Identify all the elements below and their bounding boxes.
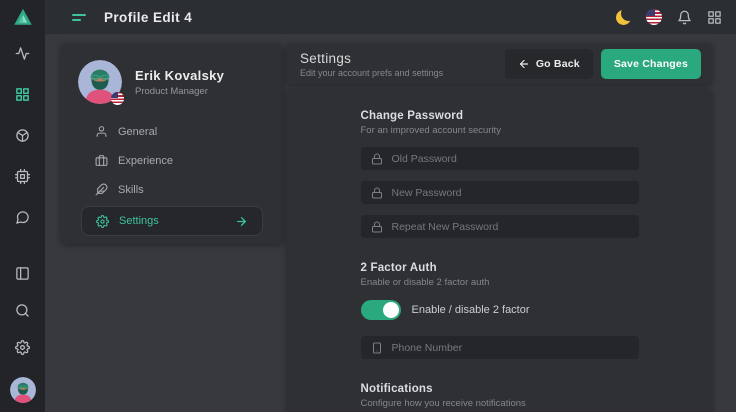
- nav-label: General: [118, 126, 157, 138]
- nav-item-settings[interactable]: Settings: [81, 206, 263, 236]
- nav-item-skills[interactable]: Skills: [81, 175, 263, 204]
- profile-nav: General Experience Skills: [61, 104, 283, 236]
- nav-item-general[interactable]: General: [81, 117, 263, 146]
- twofactor-title: 2 Factor Auth: [361, 262, 639, 274]
- profile-identity: Erik Kovalsky Product Manager: [135, 68, 224, 97]
- activity-icon[interactable]: [15, 46, 30, 61]
- go-back-label: Go Back: [536, 58, 580, 70]
- sidebar-avatar[interactable]: [10, 377, 36, 403]
- settings-title: Settings: [300, 51, 443, 66]
- twofactor-toggle-label: Enable / disable 2 factor: [412, 304, 530, 316]
- smartphone-icon: [371, 342, 383, 354]
- new-password-field[interactable]: [361, 181, 639, 204]
- dashboard-grid-icon[interactable]: [15, 87, 30, 102]
- twofactor-toggle[interactable]: [361, 300, 401, 320]
- nav-item-experience[interactable]: Experience: [81, 146, 263, 175]
- feather-icon: [95, 183, 108, 196]
- new-password-input[interactable]: [392, 187, 629, 199]
- sidebar-bottom-icons: [10, 266, 36, 412]
- save-changes-button[interactable]: Save Changes: [601, 49, 701, 79]
- change-password-title: Change Password: [361, 110, 639, 122]
- topbar-actions: [616, 9, 722, 25]
- avatar: [78, 60, 122, 104]
- search-icon[interactable]: [15, 303, 30, 318]
- moon-icon[interactable]: [616, 10, 631, 25]
- toggle-knob: [383, 302, 399, 318]
- profile-card: Erik Kovalsky Product Manager General Ex…: [61, 44, 283, 244]
- repeat-password-field[interactable]: [361, 215, 639, 238]
- profile-header: Erik Kovalsky Product Manager: [61, 44, 283, 104]
- phone-number-input[interactable]: [392, 342, 629, 354]
- lock-icon: [371, 153, 383, 165]
- repeat-password-input[interactable]: [392, 221, 629, 233]
- settings-body-card: Change Password For an improved account …: [287, 90, 712, 412]
- save-changes-label: Save Changes: [614, 58, 688, 70]
- go-back-button[interactable]: Go Back: [505, 49, 593, 79]
- settings-header-card: Settings Edit your account prefs and set…: [287, 44, 712, 84]
- logo-triangle-icon: [12, 6, 34, 28]
- sidebar: [0, 0, 45, 412]
- nav-label: Skills: [118, 184, 144, 196]
- twofactor-subtitle: Enable or disable 2 factor auth: [361, 277, 639, 288]
- box-icon[interactable]: [15, 128, 30, 143]
- arrow-left-icon: [518, 58, 530, 70]
- old-password-field[interactable]: [361, 147, 639, 170]
- lock-icon: [371, 221, 383, 233]
- app-window: Profile Edit 4: [0, 0, 736, 412]
- settings-form: Change Password For an improved account …: [361, 90, 639, 409]
- page-title: Profile Edit 4: [104, 10, 192, 25]
- briefcase-icon: [95, 154, 108, 167]
- content-area: Erik Kovalsky Product Manager General Ex…: [45, 34, 736, 412]
- old-password-input[interactable]: [392, 153, 629, 165]
- settings-subtitle: Edit your account prefs and settings: [300, 68, 443, 78]
- settings-heading: Settings Edit your account prefs and set…: [300, 51, 443, 78]
- settings-header-buttons: Go Back Save Changes: [505, 49, 701, 79]
- phone-number-field[interactable]: [361, 336, 639, 359]
- profile-role: Product Manager: [135, 86, 224, 97]
- menu-icon[interactable]: [72, 11, 87, 23]
- layout-icon[interactable]: [15, 266, 30, 281]
- notifications-subtitle: Configure how you receive notifications: [361, 398, 639, 409]
- nav-label: Settings: [119, 215, 159, 227]
- user-icon: [95, 125, 108, 138]
- twofactor-toggle-row: Enable / disable 2 factor: [361, 300, 639, 320]
- nav-label: Experience: [118, 155, 173, 167]
- gear-icon: [96, 215, 109, 228]
- app-logo[interactable]: [0, 0, 45, 34]
- cpu-icon[interactable]: [15, 169, 30, 184]
- change-password-subtitle: For an improved account security: [361, 125, 639, 136]
- chat-icon[interactable]: [15, 210, 30, 225]
- sidebar-top-icons: [15, 34, 30, 225]
- arrow-right-icon: [235, 215, 248, 228]
- lock-icon: [371, 187, 383, 199]
- apps-grid-icon[interactable]: [707, 10, 722, 25]
- settings-gear-icon[interactable]: [15, 340, 30, 355]
- notifications-title: Notifications: [361, 383, 639, 395]
- avatar-flag-badge-icon: [111, 92, 124, 105]
- topbar: Profile Edit 4: [45, 0, 736, 34]
- us-flag-icon[interactable]: [646, 9, 662, 25]
- bell-icon[interactable]: [677, 10, 692, 25]
- profile-name: Erik Kovalsky: [135, 68, 224, 83]
